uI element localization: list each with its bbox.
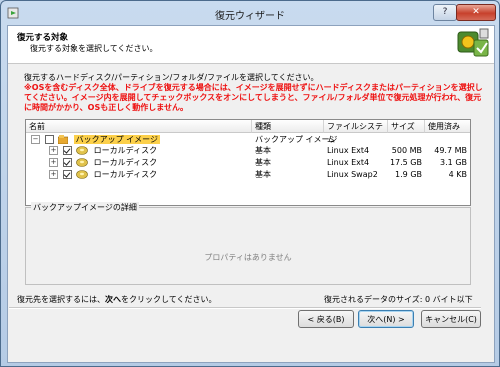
row-size: 1.9 GB bbox=[395, 170, 422, 179]
local-disk-icon bbox=[76, 146, 88, 155]
row-filesystem: Linux Ext4 bbox=[327, 158, 370, 167]
next-button[interactable]: 次へ(N) > bbox=[358, 310, 414, 328]
help-button[interactable]: ? bbox=[433, 4, 457, 21]
collapse-toggle[interactable]: − bbox=[31, 135, 40, 144]
window-title: 復元ウィザード bbox=[215, 11, 285, 22]
expand-toggle[interactable]: + bbox=[49, 170, 58, 179]
next-hint: 復元先を選択するには、次へをクリックしてください。 bbox=[17, 294, 217, 305]
tree-row-disk-2[interactable]: + ローカルディスク 基本 Linux Ext4 17.5 GB 3.1 GB bbox=[26, 157, 470, 168]
hint-post: をクリックしてください。 bbox=[121, 295, 217, 304]
column-header-used[interactable]: 使用済み bbox=[425, 120, 470, 133]
hint-pre: 復元先を選択するには、 bbox=[17, 295, 105, 304]
column-header-size[interactable]: サイズ bbox=[388, 120, 425, 133]
details-group-label: バックアップイメージの詳細 bbox=[31, 202, 139, 213]
expand-toggle[interactable]: + bbox=[49, 146, 58, 155]
cancel-button[interactable]: キャンセル(C) bbox=[421, 310, 481, 328]
backup-details-group: バックアップイメージの詳細 プロパティはありません bbox=[25, 202, 471, 285]
backup-image-icon bbox=[58, 135, 69, 144]
local-disk-icon bbox=[76, 170, 88, 179]
restore-size-text: 復元されるデータのサイズ: 0 バイト以下 bbox=[324, 295, 473, 304]
row-checkbox[interactable] bbox=[62, 170, 72, 179]
local-disk-icon bbox=[76, 158, 88, 167]
row-type: 基本 bbox=[255, 158, 271, 167]
step-subtitle: 復元する対象を選択してください。 bbox=[30, 44, 158, 53]
row-type: 基本 bbox=[255, 170, 271, 179]
row-filesystem: Linux Ext4 bbox=[327, 146, 370, 155]
row-filesystem: Linux Swap2 bbox=[327, 170, 378, 179]
row-checkbox[interactable] bbox=[62, 146, 72, 155]
row-type: バックアップ イメージ bbox=[255, 135, 338, 144]
backup-tree-view[interactable]: 名前 種類 ファイルシステム サイズ 使用済み − バックアップ イメージ バッ… bbox=[25, 119, 471, 206]
close-button[interactable]: ✕ bbox=[456, 4, 496, 21]
row-size: 17.5 GB bbox=[389, 158, 422, 167]
warning-text: ※OSを含むディスク全体、ドライブを復元する場合には、イメージを展開せずにハード… bbox=[24, 83, 483, 112]
column-header-name[interactable]: 名前 bbox=[26, 120, 252, 133]
button-separator bbox=[9, 307, 481, 309]
tree-row-disk-1[interactable]: + ローカルディスク 基本 Linux Ext4 500 MB 49.7 MB bbox=[26, 145, 470, 156]
row-used: 49.7 MB bbox=[434, 146, 467, 155]
restore-wizard-icon bbox=[457, 28, 489, 57]
row-checkbox[interactable] bbox=[44, 135, 54, 144]
hint-next-word: 次へ bbox=[105, 295, 121, 304]
tree-row-backup-image[interactable]: − バックアップ イメージ バックアップ イメージ bbox=[26, 134, 470, 145]
expand-toggle[interactable]: + bbox=[49, 158, 58, 167]
row-name: ローカルディスク bbox=[93, 170, 158, 179]
row-type: 基本 bbox=[255, 146, 271, 155]
back-button[interactable]: < 戻る(B) bbox=[298, 310, 354, 328]
row-checkbox[interactable] bbox=[62, 158, 72, 167]
column-header-filesystem[interactable]: ファイルシステム bbox=[324, 120, 388, 144]
instruction-text: 復元するハードディスク/パーティション/フォルダ/ファイルを選択してください。 bbox=[24, 73, 319, 82]
wizard-header: 復元する対象 復元する対象を選択してください。 bbox=[8, 26, 494, 64]
row-used: 3.1 GB bbox=[440, 158, 467, 167]
wizard-window: 復元ウィザード ? ✕ 復元する対象 復元する対象を選択してください。 復元する… bbox=[0, 0, 500, 367]
row-size: 500 MB bbox=[391, 146, 422, 155]
tree-row-disk-3[interactable]: + ローカルディスク 基本 Linux Swap2 1.9 GB 4 KB bbox=[26, 169, 470, 180]
step-title: 復元する対象 bbox=[17, 33, 69, 43]
title-bar[interactable]: 復元ウィザード ? ✕ bbox=[1, 1, 499, 25]
row-name: ローカルディスク bbox=[93, 158, 158, 167]
row-name: ローカルディスク bbox=[93, 146, 158, 155]
row-name: バックアップ イメージ bbox=[73, 135, 161, 144]
row-used: 4 KB bbox=[448, 170, 467, 179]
no-properties-text: プロパティはありません bbox=[204, 253, 292, 262]
column-header-type[interactable]: 種類 bbox=[252, 120, 324, 133]
instructions: 復元するハードディスク/パーティション/フォルダ/ファイルを選択してください。 … bbox=[24, 73, 489, 113]
